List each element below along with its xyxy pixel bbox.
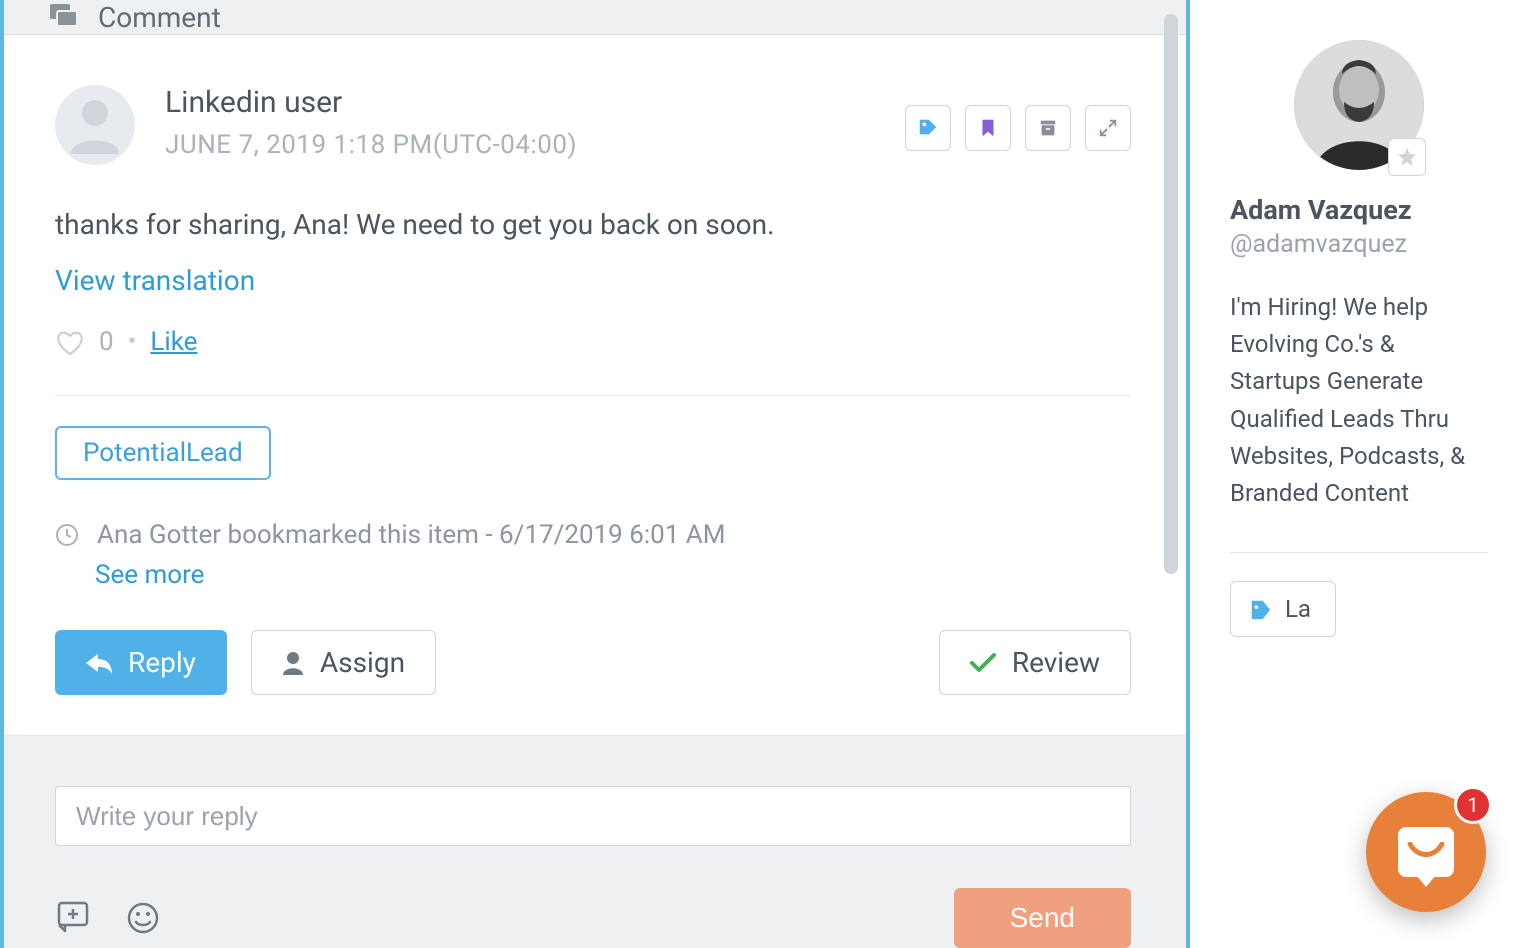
likes-count: 0 — [99, 327, 114, 357]
see-more-link[interactable]: See more — [95, 560, 1131, 590]
dot-separator: • — [128, 327, 137, 357]
scrollbar[interactable] — [1164, 14, 1178, 704]
star-badge[interactable] — [1388, 138, 1426, 176]
bookmark-button[interactable] — [965, 105, 1011, 151]
reply-panel: Send — [0, 736, 1186, 948]
review-button[interactable]: Review — [939, 630, 1131, 695]
send-button[interactable]: Send — [954, 888, 1131, 948]
comment-body: thanks for sharing, Ana! We need to get … — [55, 205, 1131, 246]
tag-chip-potentiallead[interactable]: PotentialLead — [55, 426, 271, 480]
heart-icon[interactable] — [55, 328, 85, 356]
sidebar-tag-button-label: La — [1285, 595, 1311, 623]
add-attachment-icon[interactable] — [55, 898, 95, 938]
profile-handle: @adamvazquez — [1230, 230, 1488, 259]
view-translation-link[interactable]: View translation — [55, 264, 1131, 297]
assign-button[interactable]: Assign — [251, 630, 436, 695]
comment-card: Linkedin user JUNE 7, 2019 1:18 PM(UTC-0… — [0, 35, 1186, 736]
expand-button[interactable] — [1085, 105, 1131, 151]
assign-button-label: Assign — [320, 646, 405, 679]
chat-launcher[interactable]: 1 — [1366, 792, 1486, 912]
reply-input[interactable] — [55, 786, 1131, 846]
history-text: Ana Gotter bookmarked this item - 6/17/2… — [97, 520, 725, 550]
review-button-label: Review — [1012, 646, 1100, 679]
topbar: Comment — [0, 0, 1186, 35]
emoji-icon[interactable] — [123, 898, 163, 938]
reply-button[interactable]: Reply — [55, 630, 227, 695]
clock-icon — [55, 523, 79, 547]
sidebar-tag-button[interactable]: La — [1230, 581, 1336, 637]
author-name: Linkedin user — [165, 85, 577, 120]
comment-timestamp: JUNE 7, 2019 1:18 PM(UTC-04:00) — [165, 130, 577, 160]
archive-button[interactable] — [1025, 105, 1071, 151]
chat-badge: 1 — [1454, 786, 1492, 824]
profile-name: Adam Vazquez — [1230, 194, 1488, 226]
like-link[interactable]: Like — [150, 327, 197, 357]
reply-button-label: Reply — [128, 646, 196, 679]
tag-button[interactable] — [905, 105, 951, 151]
profile-avatar — [1294, 40, 1424, 170]
comment-stack-icon — [50, 4, 80, 31]
author-avatar-placeholder — [55, 85, 135, 165]
profile-bio: I'm Hiring! We help Evolving Co.'s & Sta… — [1230, 289, 1488, 512]
topbar-title: Comment — [98, 1, 221, 34]
